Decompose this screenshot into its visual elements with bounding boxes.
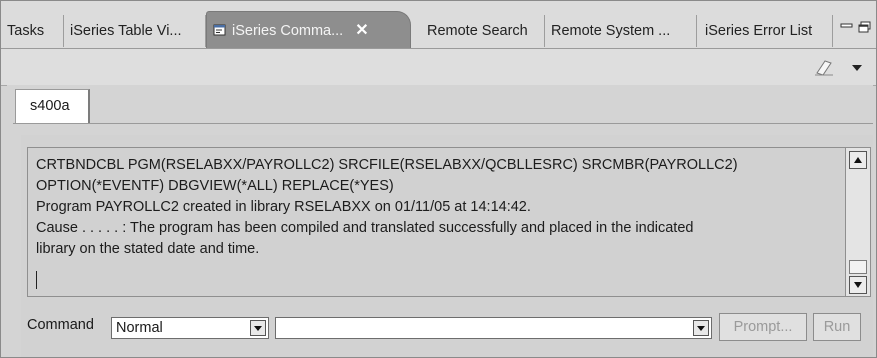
output-line: Program PAYROLLC2 created in library RSE…: [36, 199, 531, 215]
tab-label: iSeries Comma...: [232, 23, 344, 39]
minimize-icon[interactable]: [840, 20, 854, 32]
command-input[interactable]: [275, 317, 712, 339]
triangle-down-icon[interactable]: [848, 57, 868, 77]
output-line: Cause . . . . . : The program has been c…: [36, 220, 694, 236]
command-history-dropdown-button[interactable]: [693, 320, 709, 336]
mode-dropdown-button[interactable]: [250, 320, 266, 336]
mode-value: Normal: [116, 320, 163, 336]
session-area: s400a CRTBNDCBL PGM(RSELABXX/PAYROLLC2) …: [7, 85, 873, 357]
run-button[interactable]: Run: [813, 313, 861, 341]
output-line: CRTBNDCBL PGM(RSELABXX/PAYROLLC2) SRCFIL…: [36, 157, 738, 173]
tab-label: Remote System ...: [551, 23, 671, 39]
tab-iseries-commands-log[interactable]: iSeries Comma... ✕: [206, 11, 411, 48]
scroll-up-button[interactable]: [849, 151, 867, 169]
command-output-log[interactable]: CRTBNDCBL PGM(RSELABXX/PAYROLLC2) SRCFIL…: [27, 147, 845, 297]
vertical-scrollbar[interactable]: [845, 147, 871, 297]
tab-tasks[interactable]: Tasks: [1, 15, 64, 47]
output-line: OPTION(*EVENTF) DBGVIEW(*ALL) REPLACE(*Y…: [36, 178, 394, 194]
triangle-down-icon: [697, 326, 705, 331]
scrollbar-thumb[interactable]: [849, 260, 867, 274]
tab-s400a[interactable]: s400a: [15, 89, 90, 123]
eraser-icon[interactable]: [813, 57, 833, 77]
scroll-down-button[interactable]: [849, 276, 867, 294]
session-tab-label: s400a: [30, 98, 70, 114]
tab-label: Remote Search: [427, 23, 528, 39]
command-view-icon: [213, 15, 227, 36]
tab-divider: [13, 123, 873, 124]
view-toolbar: [1, 49, 876, 86]
tab-label: iSeries Table Vi...: [70, 23, 182, 39]
triangle-up-icon: [854, 157, 862, 163]
command-mode-select[interactable]: Normal: [111, 317, 269, 339]
triangle-down-icon: [854, 282, 862, 288]
run-button-label: Run: [823, 319, 851, 335]
tab-remote-search[interactable]: Remote Search: [419, 15, 545, 47]
output-line: library on the stated date and time.: [36, 241, 260, 257]
command-log-view: Tasks iSeries Table Vi... iSeries Comma.…: [0, 0, 877, 358]
tab-iseries-error-list[interactable]: iSeries Error List: [697, 15, 833, 47]
prompt-button[interactable]: Prompt...: [719, 313, 807, 341]
close-icon[interactable]: ✕: [355, 12, 368, 48]
tab-label: iSeries Error List: [705, 23, 813, 39]
triangle-down-icon: [254, 326, 262, 331]
tab-label: Tasks: [7, 23, 45, 39]
tab-iseries-table-view[interactable]: iSeries Table Vi...: [64, 15, 206, 47]
prompt-button-label: Prompt...: [733, 319, 793, 335]
text-cursor-line: [36, 270, 837, 291]
text-caret: [36, 271, 37, 290]
tab-remote-system-details[interactable]: Remote System ...: [545, 15, 697, 47]
command-label: Command: [27, 317, 94, 333]
maximize-icon[interactable]: [858, 20, 872, 33]
view-tab-strip: Tasks iSeries Table Vi... iSeries Comma.…: [1, 1, 876, 49]
